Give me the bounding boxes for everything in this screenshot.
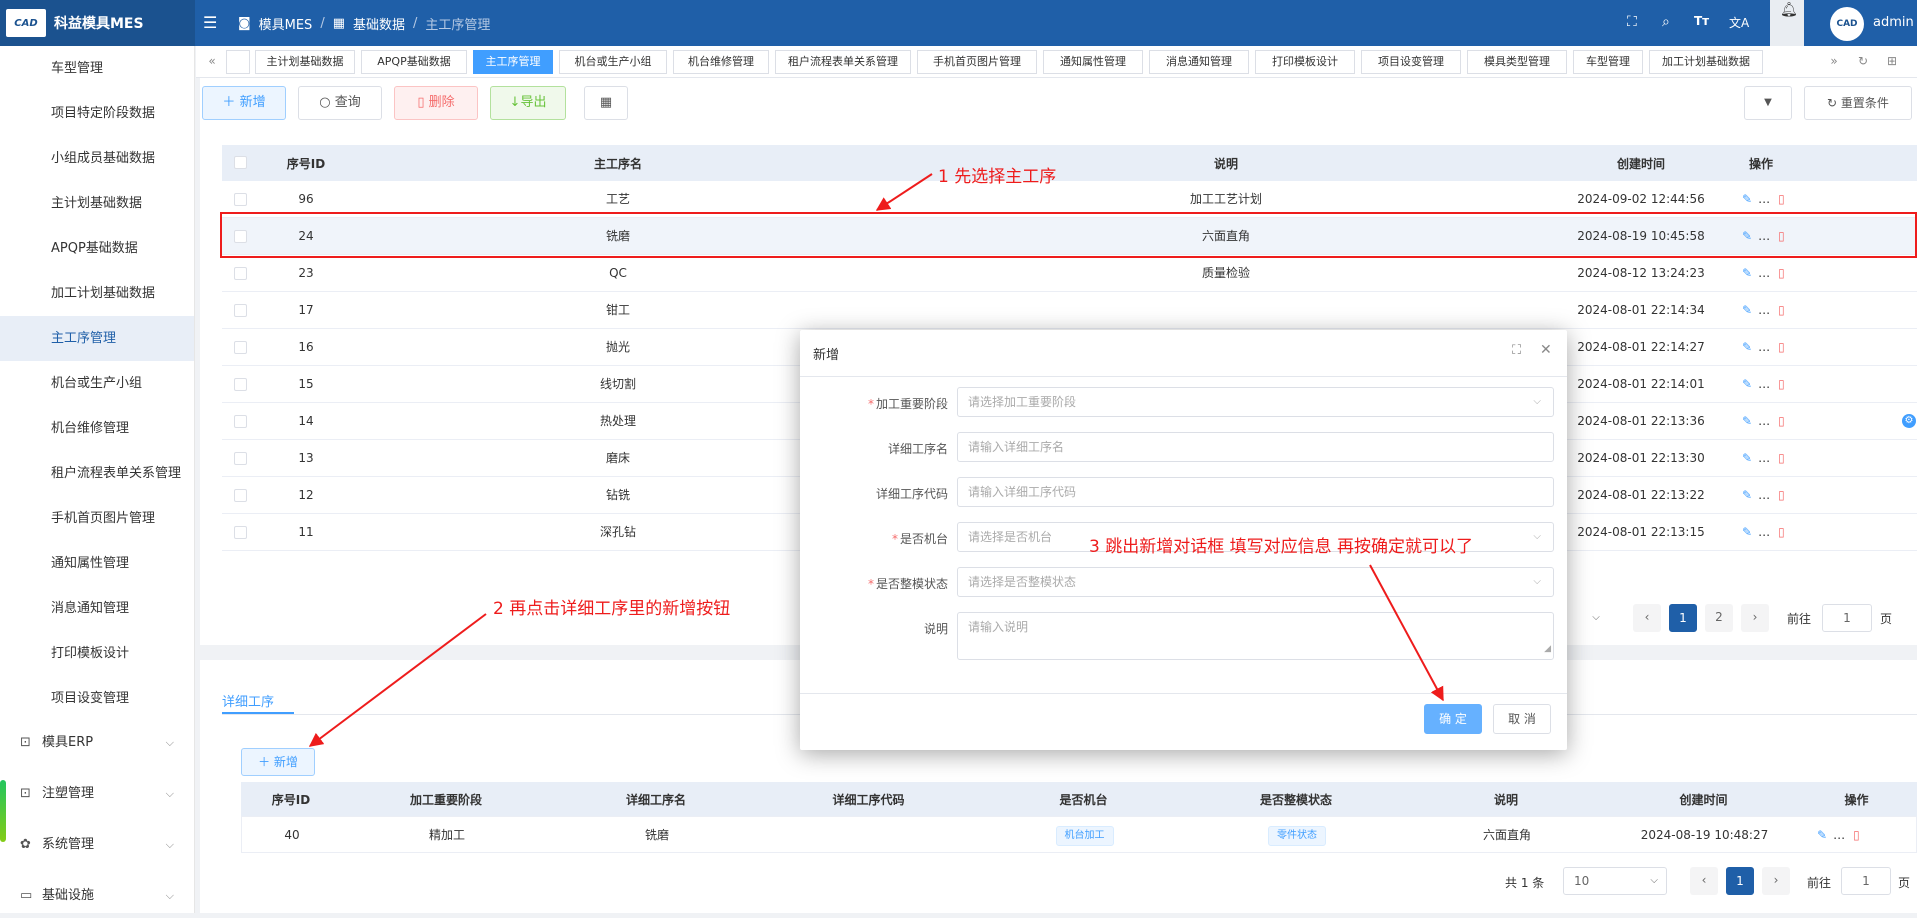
annotation-step1: 1 先选择主工序 bbox=[938, 167, 1057, 187]
annotation-arrows bbox=[308, 173, 1444, 747]
arrow-step2 bbox=[308, 613, 487, 747]
arrow-step3 bbox=[1369, 564, 1444, 702]
annotation-step3: 3 跳出新增对话框 填写对应信息 再按确定就可以了 bbox=[1089, 537, 1474, 557]
arrow-step1 bbox=[875, 173, 933, 211]
annotation-step2: 2 再点击详细工序里的新增按钮 bbox=[493, 599, 731, 619]
